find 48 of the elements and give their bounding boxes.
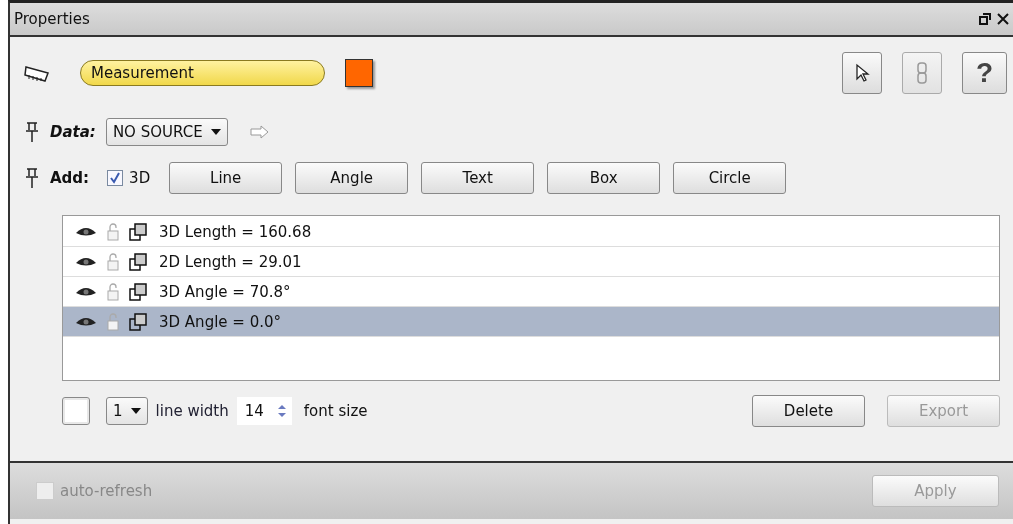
eye-icon	[75, 225, 97, 238]
eye-icon	[75, 255, 97, 268]
close-icon[interactable]	[997, 13, 1009, 25]
measurement-label: 2D Length = 29.01	[159, 252, 302, 271]
eye-icon	[75, 315, 97, 328]
measurement-label: 3D Angle = 70.8°	[159, 282, 291, 301]
pin-icon	[24, 121, 40, 143]
add-shape-button[interactable]: Circle	[673, 162, 787, 194]
measurement-row[interactable]: 3D Length = 160.68	[63, 217, 999, 247]
measurement-row[interactable]: 3D Angle = 0.0°	[63, 307, 999, 337]
3d-checkbox[interactable]	[107, 170, 124, 186]
data-source-dropdown[interactable]: NO SOURCE	[105, 118, 228, 146]
add-label: Add:	[50, 169, 90, 187]
unlocked-padlock-icon	[107, 222, 119, 241]
unlocked-padlock-icon	[107, 312, 119, 331]
select-button[interactable]	[842, 52, 882, 94]
chain-link-icon	[916, 62, 928, 84]
auto-refresh-label: auto-refresh	[60, 482, 153, 500]
measurement-label: 3D Length = 160.68	[159, 222, 312, 241]
copy-icon	[129, 252, 147, 271]
eye-icon	[75, 285, 97, 298]
color-picker-button[interactable]	[62, 397, 90, 425]
line-width-label: line width	[155, 402, 229, 420]
font-size-label: font size	[303, 402, 368, 420]
copy-icon	[129, 222, 147, 241]
ruler-icon	[24, 64, 50, 82]
delete-button[interactable]: Delete	[752, 395, 865, 427]
data-label: Data:	[50, 123, 96, 141]
cursor-icon	[854, 63, 870, 83]
add-shape-button[interactable]: Angle	[295, 162, 409, 194]
pin-icon	[24, 167, 40, 189]
add-shape-button[interactable]: Line	[169, 162, 283, 194]
3d-label: 3D	[129, 169, 151, 187]
copy-icon	[129, 282, 147, 301]
add-shape-button[interactable]: Box	[547, 162, 661, 194]
line-width-dropdown[interactable]: 1	[106, 397, 148, 425]
measurement-label: 3D Angle = 0.0°	[159, 312, 281, 331]
copy-icon	[129, 312, 147, 331]
name-field[interactable]: Measurement	[80, 60, 325, 86]
help-button[interactable]: ?	[962, 52, 1007, 94]
add-shape-button[interactable]: Text	[421, 162, 535, 194]
panel-title: Properties	[14, 10, 91, 28]
font-size-spinbox[interactable]: 14	[236, 397, 292, 425]
measurement-row[interactable]: 2D Length = 29.01	[63, 247, 999, 277]
color-swatch[interactable]	[345, 59, 373, 87]
unlocked-padlock-icon	[107, 252, 119, 271]
unlocked-padlock-icon	[107, 282, 119, 301]
restore-icon[interactable]	[979, 13, 991, 25]
